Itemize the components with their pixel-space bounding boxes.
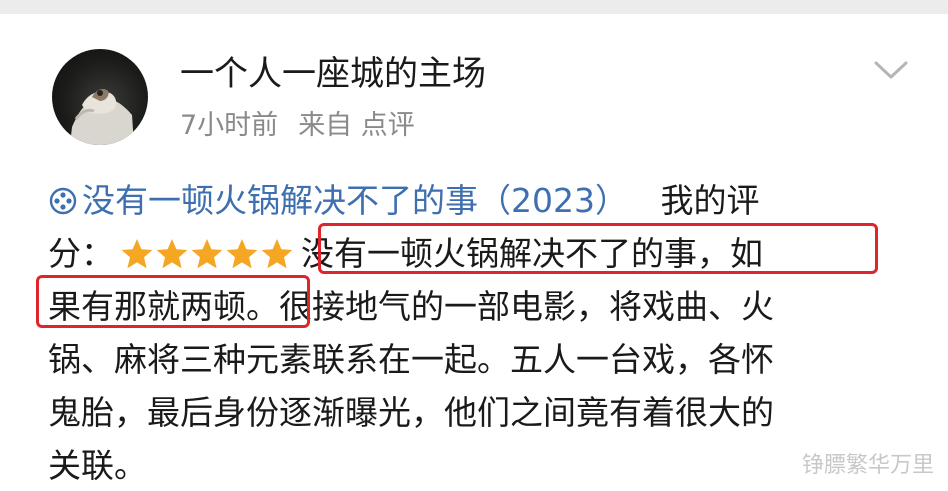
- star-icon: [226, 239, 258, 269]
- post-card: 一个人一座城的主场 7小时前 来自 点评 没有一顿火锅解决不了的事（2023） 我…: [0, 0, 948, 491]
- chevron-down-icon[interactable]: [873, 58, 909, 82]
- review-text-continued: 很接地气的一部电影，将戏曲、火: [279, 287, 774, 326]
- review-line-1: 没有一顿火锅解决不了的事（2023） 我的评: [48, 174, 908, 227]
- top-divider: [0, 0, 948, 14]
- post-meta: 7小时前 来自 点评: [180, 106, 415, 146]
- review-text: 没有一顿火锅解决不了的事（2023） 我的评 分： 没有一顿火锅解决不了的事，如 …: [48, 174, 908, 491]
- watermark: 铮膘繁华万里: [801, 453, 934, 478]
- highlight-box-2: [36, 275, 310, 328]
- username[interactable]: 一个人一座城的主场: [180, 51, 486, 97]
- star-icon: [156, 239, 188, 269]
- movie-title[interactable]: 没有一顿火锅解决不了的事（2023）: [82, 181, 628, 220]
- review-line-5: 鬼胎，最后身份逐渐曝光，他们之间竟有着很大的: [48, 393, 774, 432]
- movie-link[interactable]: 没有一顿火锅解决不了的事（2023）: [48, 181, 638, 220]
- highlight-box-1: [318, 223, 878, 274]
- rating-label-part-1: 我的评: [660, 181, 760, 220]
- star-icon: [261, 239, 293, 269]
- post-time: 7小时前: [180, 110, 279, 141]
- avatar[interactable]: [52, 49, 148, 145]
- review-line-6: 关联。: [48, 446, 147, 485]
- post-source: 来自 点评: [298, 110, 415, 141]
- star-icon: [191, 239, 223, 269]
- film-reel-icon: [49, 187, 77, 215]
- review-line-4: 锅、麻将三种元素联系在一起。五人一台戏，各怀: [48, 340, 774, 379]
- rating-label-part-2: 分：: [48, 234, 114, 273]
- star-icon: [121, 239, 153, 269]
